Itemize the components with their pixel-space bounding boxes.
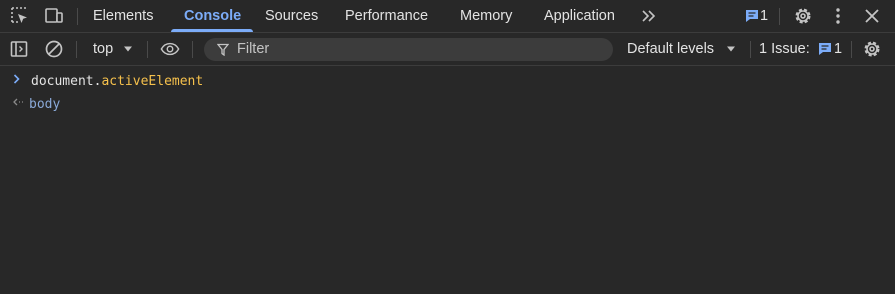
filter-input[interactable]: Filter	[204, 38, 613, 61]
console-result-line: body	[0, 92, 895, 114]
tab-performance[interactable]: Performance	[345, 0, 428, 32]
return-arrow-icon	[12, 96, 24, 112]
issues-message-icon[interactable]	[817, 41, 833, 62]
tab-memory[interactable]: Memory	[460, 0, 512, 32]
divider	[76, 41, 77, 58]
tab-console[interactable]: Console	[184, 0, 241, 32]
console-output[interactable]: document.activeElement body	[0, 66, 895, 294]
filter-placeholder: Filter	[237, 41, 270, 57]
divider	[147, 41, 148, 58]
issues-count[interactable]: 1	[760, 8, 768, 24]
tab-application[interactable]: Application	[544, 0, 615, 32]
divider	[192, 41, 193, 58]
context-selector[interactable]: top	[93, 41, 113, 57]
tab-elements[interactable]: Elements	[93, 0, 153, 32]
issues-message-icon[interactable]	[742, 6, 762, 26]
active-tab-indicator	[171, 29, 253, 32]
devtools-tab-bar: Elements Console Sources Performance Mem…	[0, 0, 895, 33]
clear-console-icon[interactable]	[44, 39, 64, 59]
tab-sources[interactable]: Sources	[265, 0, 318, 32]
expression-object: document	[31, 74, 94, 89]
divider	[77, 8, 78, 25]
more-options-kebab-icon[interactable]	[828, 6, 848, 26]
divider	[779, 8, 780, 25]
settings-gear-icon[interactable]	[793, 6, 813, 26]
console-input-expression: document.activeElement	[31, 74, 203, 89]
console-result-value[interactable]: body	[29, 97, 60, 112]
more-tabs-icon[interactable]	[639, 6, 659, 26]
chevron-down-icon[interactable]	[721, 39, 741, 59]
log-levels-dropdown[interactable]: Default levels	[627, 41, 714, 57]
inspect-element-icon[interactable]	[10, 6, 30, 26]
issues-count[interactable]: 1	[834, 41, 842, 57]
divider	[750, 41, 751, 58]
console-settings-gear-icon[interactable]	[862, 39, 882, 59]
close-icon[interactable]	[862, 6, 882, 26]
filter-funnel-icon	[216, 43, 230, 61]
sidebar-toggle-icon[interactable]	[9, 39, 29, 59]
device-toolbar-icon[interactable]	[44, 6, 64, 26]
issues-label[interactable]: 1 Issue:	[759, 41, 810, 57]
console-input-line: document.activeElement	[0, 69, 895, 91]
live-expression-eye-icon[interactable]	[160, 39, 180, 59]
chevron-down-icon[interactable]	[118, 39, 138, 59]
expression-property: activeElement	[101, 74, 204, 89]
divider	[851, 41, 852, 58]
chevron-right-icon	[12, 73, 22, 89]
console-toolbar: top Filter Default levels 1 Issue: 1	[0, 33, 895, 66]
